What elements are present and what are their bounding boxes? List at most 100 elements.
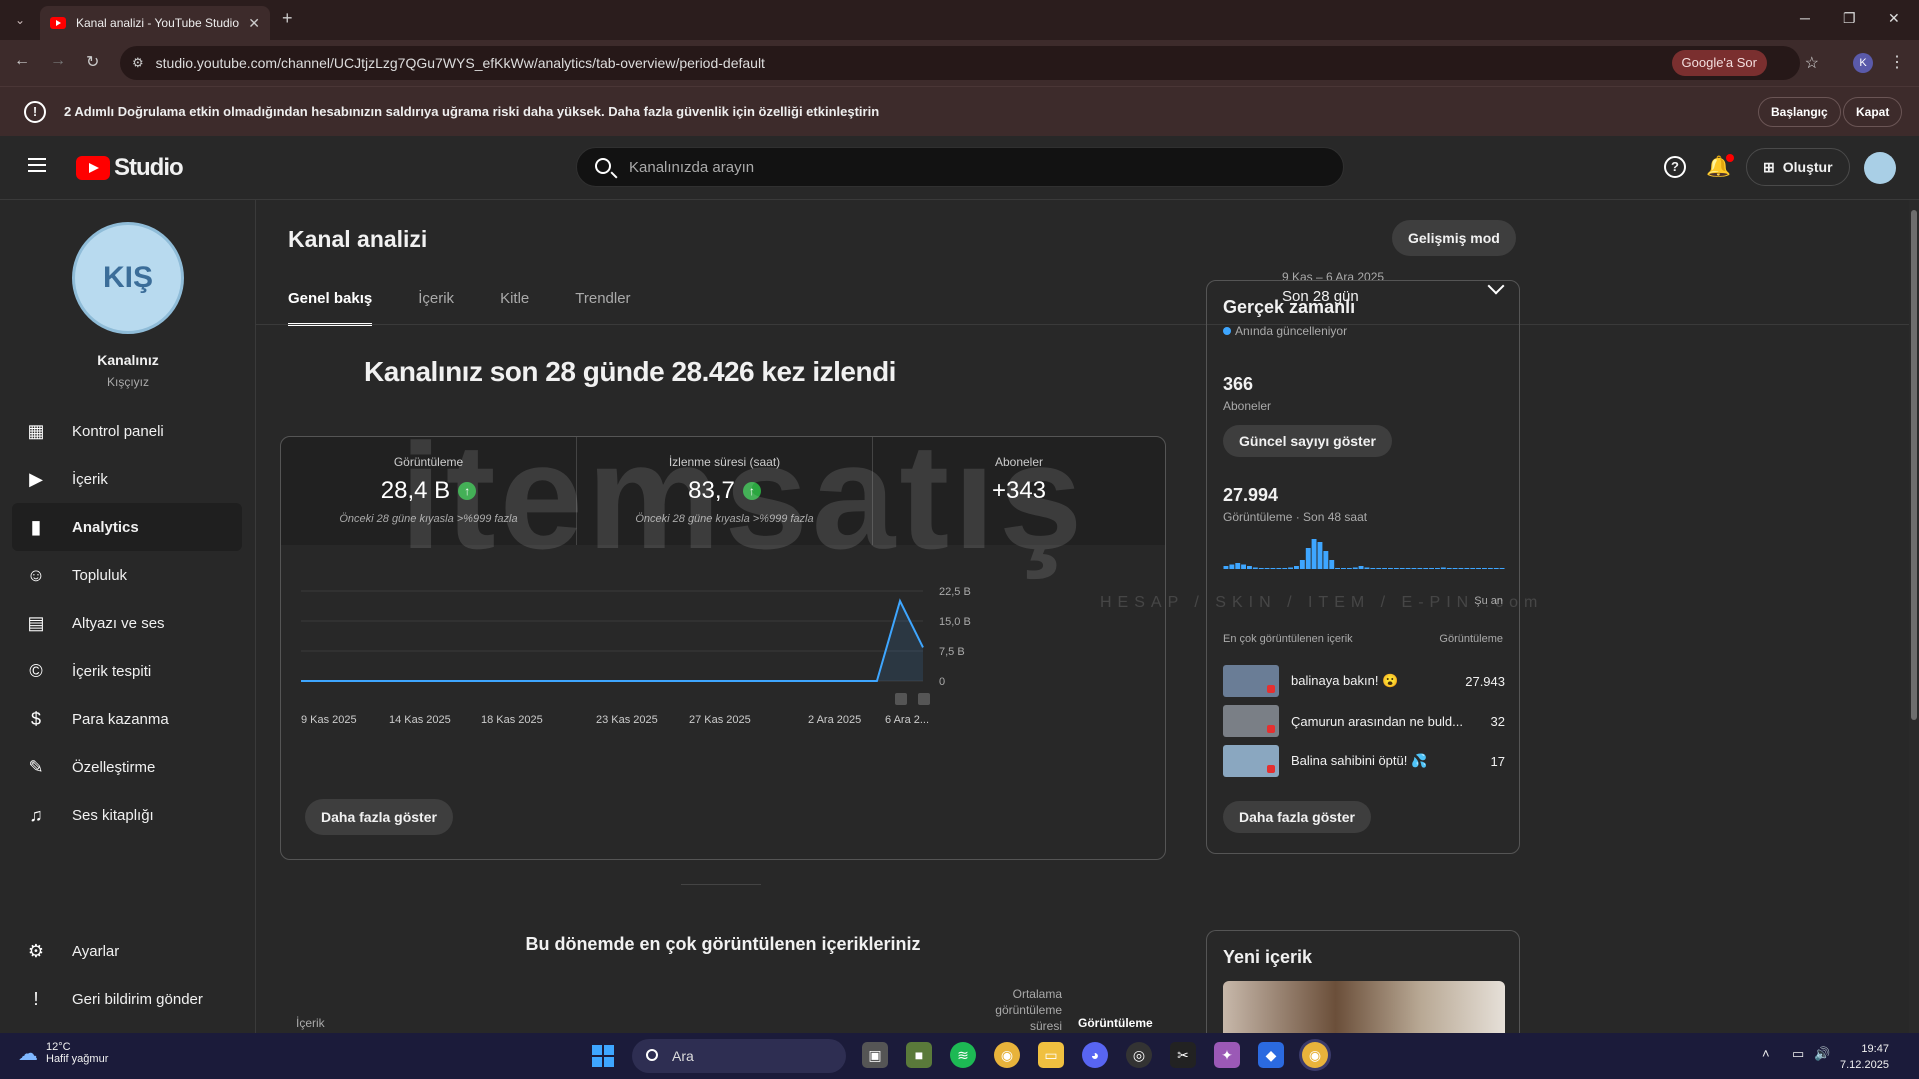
minimize-icon[interactable]: ─: [1800, 10, 1810, 26]
views-headline: Kanalınız son 28 günde 28.426 kez izlend…: [364, 356, 896, 387]
reload-icon[interactable]: ↻: [86, 52, 99, 72]
dashboard-icon: ▦: [27, 421, 45, 441]
realtime-views-value: 27.994: [1223, 485, 1279, 505]
browser-tab-bar: ⌄ Kanal analizi - YouTube Studio ✕ + ─ ❐…: [0, 0, 1919, 40]
tab-search-icon[interactable]: ⌄: [8, 8, 32, 32]
advanced-mode-button[interactable]: Gelişmiş mod: [1392, 220, 1516, 256]
discord-icon[interactable]: ◕: [1082, 1042, 1108, 1068]
forward-icon[interactable]: →: [50, 52, 66, 70]
realtime-bar: [1446, 568, 1452, 569]
search-icon: [595, 158, 611, 174]
realtime-video-row[interactable]: Balina sahibini öptü! 💦 17: [1223, 745, 1505, 777]
google-sor-button[interactable]: Google'a Sor: [1671, 50, 1767, 76]
page-scrollbar[interactable]: [1909, 200, 1919, 1033]
close-window-icon[interactable]: ✕: [1888, 10, 1900, 27]
chart-area: [301, 601, 923, 681]
minecraft-icon[interactable]: ■: [906, 1042, 932, 1068]
new-tab-icon[interactable]: +: [282, 8, 293, 29]
sidebar-item-analytics[interactable]: ▮ Analytics: [12, 503, 242, 551]
video-thumbnail: [1223, 705, 1279, 737]
show-more-button[interactable]: Daha fazla göster: [305, 799, 453, 835]
sidebar-item-dashboard[interactable]: ▦ Kontrol paneli: [12, 407, 242, 455]
metric-subscribers[interactable]: Aboneler +343: [873, 437, 1165, 545]
table-header-content[interactable]: İçerik: [296, 1016, 325, 1030]
close-banner-button[interactable]: Kapat: [1843, 97, 1903, 127]
browser-tab[interactable]: Kanal analizi - YouTube Studio ✕: [40, 6, 270, 40]
start-2fa-button[interactable]: Başlangıç: [1758, 97, 1841, 127]
sidebar-item-customization[interactable]: ✎ Özelleştirme: [12, 743, 242, 791]
tab-content[interactable]: İçerik: [418, 290, 454, 326]
copilot-icon[interactable]: ✦: [1214, 1042, 1240, 1068]
tab-audience[interactable]: Kitle: [500, 290, 529, 326]
realtime-bar: [1458, 568, 1464, 569]
site-info-icon[interactable]: ⚙: [132, 55, 144, 71]
show-live-count-button[interactable]: Güncel sayıyı göster: [1223, 425, 1392, 457]
channel-avatar[interactable]: KIŞ: [72, 222, 184, 334]
volume-icon[interactable]: 🔊: [1814, 1046, 1830, 1062]
table-header-avg-duration[interactable]: Ortalama görüntüleme süresi: [962, 986, 1062, 1034]
sidebar-item-monetization[interactable]: $ Para kazanma: [12, 695, 242, 743]
new-content-thumbnail[interactable]: [1223, 981, 1505, 1041]
task-view-icon[interactable]: ▣: [862, 1042, 888, 1068]
metric-value: 28,4 B: [380, 477, 451, 504]
sidebar-item-copyright[interactable]: © İçerik tespiti: [12, 647, 242, 695]
help-icon[interactable]: ?: [1664, 156, 1686, 178]
create-button[interactable]: ⊞ Oluştur: [1746, 148, 1850, 186]
metric-compare: Önceki 28 güne kıyasla >%999 fazla: [635, 513, 814, 525]
taskbar-clock[interactable]: 19:47 7.12.2025: [1840, 1041, 1889, 1073]
realtime-subs-label: Aboneler: [1223, 399, 1272, 413]
realtime-video-row[interactable]: Çamurun arasından ne buld... 32: [1223, 705, 1505, 737]
sidebar-item-settings[interactable]: ⚙ Ayarlar: [12, 927, 242, 975]
metric-watch-time[interactable]: İzlenme süresi (saat) 83,7 ↑ Önceki 28 gü…: [577, 437, 873, 545]
account-avatar[interactable]: [1864, 152, 1896, 184]
sidebar-item-feedback[interactable]: ! Geri bildirim gönder: [12, 975, 242, 1023]
file-explorer-icon[interactable]: ▭: [1038, 1042, 1064, 1068]
back-icon[interactable]: ←: [14, 52, 30, 70]
realtime-bar: [1464, 568, 1470, 569]
obs-icon[interactable]: ◎: [1126, 1042, 1152, 1068]
chart-y-tick: 22,5 B: [939, 587, 971, 598]
upload-marker-icon[interactable]: [895, 693, 907, 705]
roblox-icon[interactable]: ◆: [1258, 1042, 1284, 1068]
table-header-views[interactable]: Görüntüleme: [1078, 1016, 1153, 1030]
metric-views[interactable]: Görüntüleme 28,4 B ↑ Önceki 28 güne kıyas…: [281, 437, 577, 545]
url-field[interactable]: ⚙ studio.youtube.com/channel/UCJtjzLzg7Q…: [120, 46, 1800, 80]
browser-menu-icon[interactable]: ⋮: [1889, 52, 1905, 72]
sidebar-item-community[interactable]: ☺ Topluluk: [12, 551, 242, 599]
realtime-subs-value: 366: [1223, 374, 1254, 394]
tab-trends[interactable]: Trendler: [575, 290, 630, 326]
spotify-icon[interactable]: ≋: [950, 1042, 976, 1068]
tab-overview[interactable]: Genel bakış: [288, 290, 373, 326]
network-icon[interactable]: ▭: [1792, 1046, 1804, 1062]
top-views-label: Görüntüleme: [1439, 633, 1503, 645]
views-line-chart: 22,5 B 15,0 B 7,5 B 0 9 Kas 2025 14 Kas 2025 1…: [301, 587, 971, 726]
realtime-video-row[interactable]: balinaya bakın! 😮 27.943: [1223, 665, 1505, 697]
taskbar-search-input[interactable]: Ara: [632, 1039, 846, 1073]
close-tab-icon[interactable]: ✕: [248, 15, 260, 32]
realtime-bar: [1311, 539, 1317, 569]
live-dot-icon: [1223, 327, 1231, 335]
upload-marker-icon[interactable]: [918, 693, 930, 705]
sidebar-item-subtitles[interactable]: ▤ Altyazı ve ses: [12, 599, 242, 647]
realtime-bar: [1229, 564, 1235, 569]
channel-search-input[interactable]: Kanalınızda arayın: [576, 147, 1344, 187]
sidebar-item-content[interactable]: ▶ İçerik: [12, 455, 242, 503]
realtime-bar: [1358, 566, 1364, 569]
capcut-icon[interactable]: ✂: [1170, 1042, 1196, 1068]
notifications-bell-icon[interactable]: 🔔: [1706, 154, 1734, 179]
realtime-bar-chart: [1223, 539, 1505, 569]
chrome-icon[interactable]: ◉: [994, 1042, 1020, 1068]
menu-icon[interactable]: [28, 158, 46, 172]
windows-start-icon[interactable]: [592, 1045, 614, 1067]
chrome-active-icon[interactable]: ◉: [1302, 1042, 1328, 1068]
browser-profile-avatar[interactable]: K: [1853, 53, 1873, 73]
weather-widget[interactable]: ☁ 12°C Hafif yağmur: [18, 1041, 108, 1066]
tray-chevron-icon[interactable]: ˄: [1762, 1046, 1770, 1061]
studio-logo[interactable]: Studio: [76, 154, 184, 182]
realtime-title: Gerçek zamanlı: [1223, 297, 1356, 317]
realtime-show-more-button[interactable]: Daha fazla göster: [1223, 801, 1371, 833]
sidebar-item-audio-library[interactable]: ♫ Ses kitaplığı: [12, 791, 242, 839]
restore-icon[interactable]: ❐: [1843, 10, 1856, 27]
scrollbar-thumb[interactable]: [1911, 210, 1917, 720]
bookmark-star-icon[interactable]: ☆: [1805, 53, 1819, 73]
